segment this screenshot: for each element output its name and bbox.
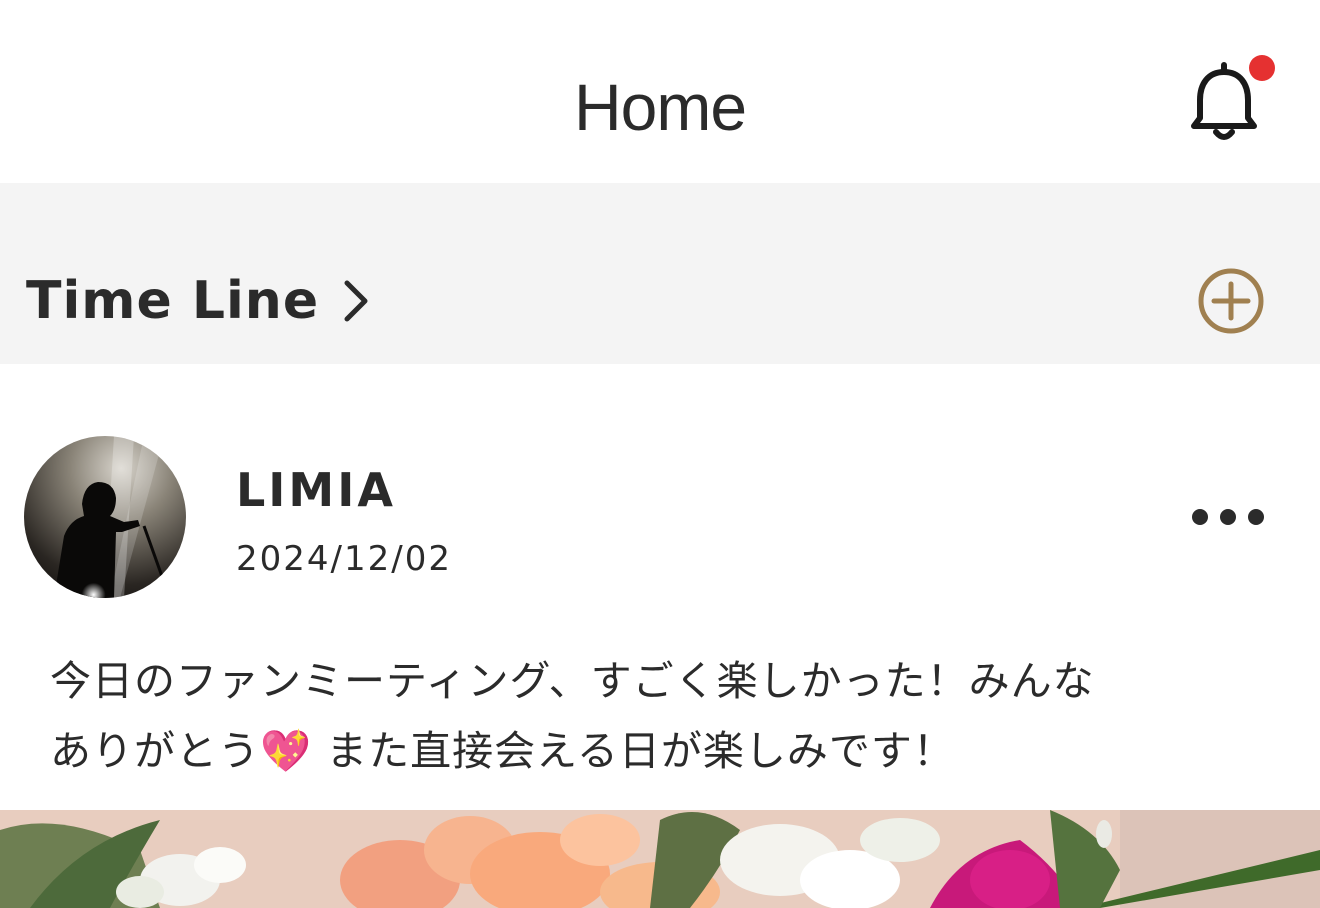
timeline-link[interactable]: Time Line [26, 268, 371, 334]
ellipsis-icon [1248, 509, 1264, 525]
post-text-line: ありがとう💖 また直接会える日が楽しみです！ [50, 727, 955, 775]
post-image[interactable] [0, 810, 1320, 908]
more-options-button[interactable] [1192, 500, 1264, 534]
post-text-line: 今日のファンミーティング、すごく楽しかった！みんな [50, 657, 1095, 705]
page-title: Home [573, 70, 747, 144]
add-post-button[interactable] [1196, 266, 1266, 336]
avatar-image [24, 436, 186, 598]
post-author[interactable]: LIMIA [236, 460, 396, 520]
chevron-right-icon [344, 280, 368, 322]
post-date: 2024/12/02 [236, 539, 452, 579]
ellipsis-icon [1220, 509, 1236, 525]
notification-badge [1249, 55, 1275, 81]
header-bar: Home [0, 0, 1320, 183]
post-body: 今日のファンミーティング、すごく楽しかった！みんな ありがとう💖 また直接会える… [50, 646, 1270, 786]
ellipsis-icon [1192, 509, 1208, 525]
timeline-title: Time Line [26, 271, 320, 331]
flowers-image [0, 810, 1320, 908]
avatar[interactable] [24, 436, 186, 598]
plus-circle-icon [1198, 268, 1264, 334]
